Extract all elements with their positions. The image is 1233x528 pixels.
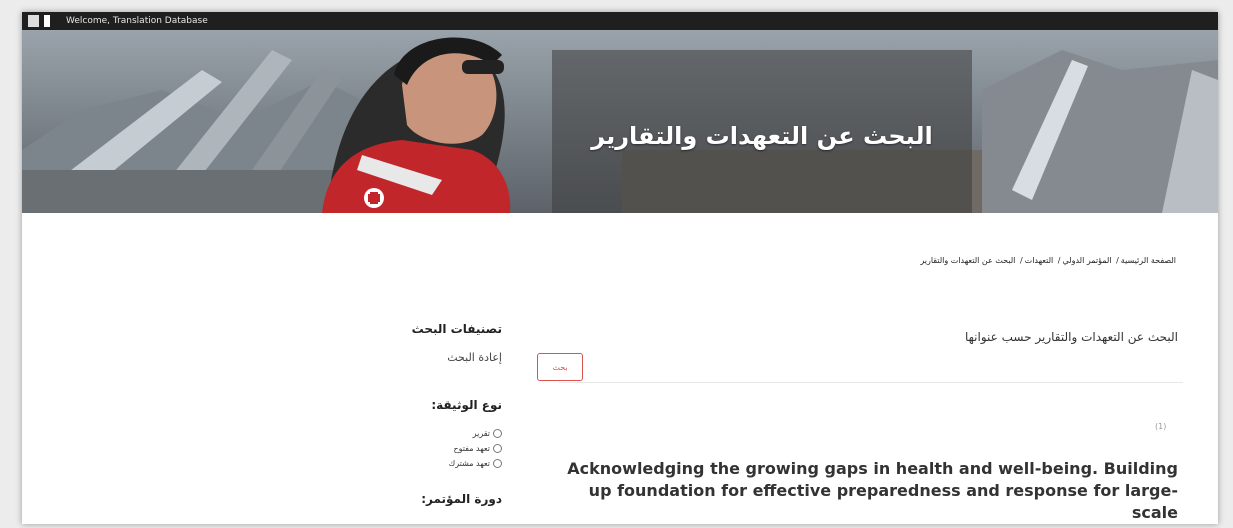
doc-type-option-report[interactable]: تقرير	[449, 426, 502, 441]
doc-type-options: تقرير تعهد مفتوح تعهد مشترك	[449, 426, 502, 471]
search-input[interactable]	[559, 354, 1183, 383]
doc-type-label: تعهد مشترك	[448, 459, 490, 468]
radio-icon[interactable]	[493, 429, 502, 438]
breadcrumb-current: البحث عن التعهدات والتقارير	[920, 256, 1016, 265]
breadcrumb-conference[interactable]: المؤتمر الدولي	[1062, 256, 1111, 265]
filters-sidebar: تصنيفات البحث إعادة البحث نوع الوثيقة: ت…	[322, 322, 502, 506]
result-title[interactable]: Acknowledging the growing gaps in health…	[558, 458, 1178, 524]
site-logo-icon[interactable]	[28, 15, 39, 27]
page-title: البحث عن التعهدات والتقارير	[591, 122, 933, 150]
browser-page: Welcome, Translation Database البحث عن ا…	[22, 12, 1218, 524]
result-count: (1)	[1155, 422, 1167, 431]
reset-search-link[interactable]: إعادة البحث	[447, 351, 502, 364]
breadcrumb-pledges[interactable]: التعهدات	[1025, 256, 1054, 265]
conference-session-heading: دورة المؤتمر:	[421, 492, 502, 506]
menu-icon[interactable]	[44, 15, 50, 27]
welcome-text: Welcome, Translation Database	[66, 16, 208, 26]
hero-banner: البحث عن التعهدات والتقارير	[22, 30, 1218, 213]
filters-heading: تصنيفات البحث	[411, 322, 502, 336]
doc-type-label: تقرير	[472, 429, 490, 438]
radio-icon[interactable]	[493, 444, 502, 453]
breadcrumb-home[interactable]: الصفحة الرئيسية	[1121, 256, 1176, 265]
top-bar: Welcome, Translation Database	[22, 12, 1218, 30]
doc-type-option-open-pledge[interactable]: تعهد مفتوح	[449, 441, 502, 456]
search-button[interactable]: بحث	[537, 353, 583, 381]
breadcrumb: الصفحة الرئيسية/ المؤتمر الدولي/ التعهدا…	[920, 256, 1176, 265]
doc-type-heading: نوع الوثيقة:	[431, 398, 502, 412]
doc-type-option-joint-pledge[interactable]: تعهد مشترك	[449, 456, 502, 471]
doc-type-label: تعهد مفتوح	[453, 444, 490, 453]
radio-icon[interactable]	[493, 459, 502, 468]
search-label: البحث عن التعهدات والتقارير حسب عنوانها	[964, 330, 1178, 344]
